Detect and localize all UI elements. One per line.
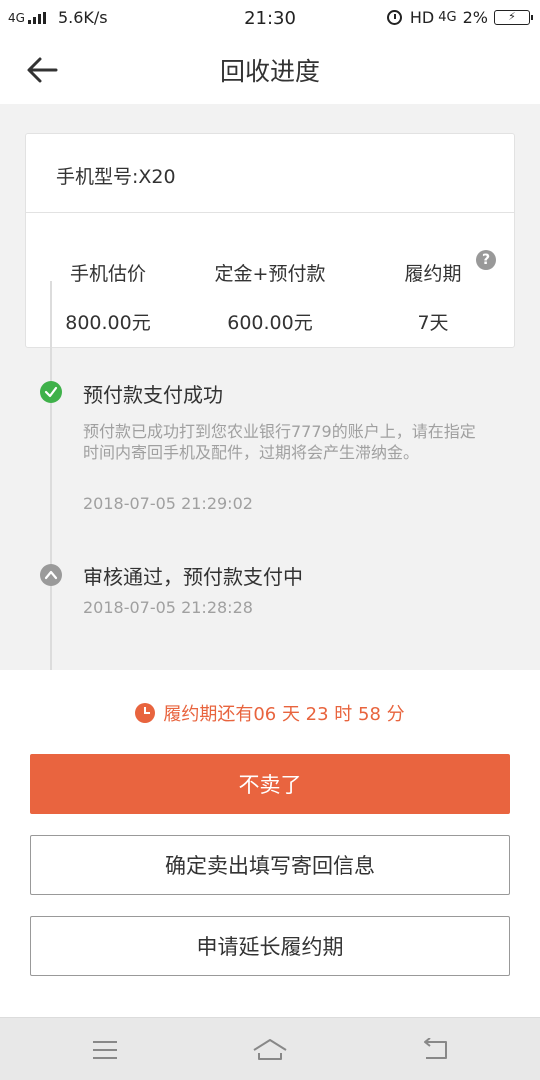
timeline-line — [50, 281, 52, 670]
battery-icon: ⚡ — [494, 10, 533, 25]
timeline-desc-1: 预付款已成功打到您农业银行7779的账户上，请在指定时间内寄回手机及配件，过期将… — [83, 422, 476, 462]
deposit-label: 定金+预付款 — [214, 263, 326, 285]
status-bar: 4G 5.6K/s 21:30 HD 4G 2% ⚡ — [0, 0, 540, 36]
estimate-value: 800.00元 — [65, 312, 151, 334]
period-value: 7天 — [417, 312, 449, 334]
timeline-title-1: 预付款支付成功 — [83, 383, 223, 407]
extend-period-button[interactable]: 申请延长履约期 — [30, 916, 510, 976]
battery-percent: 2% — [462, 8, 488, 27]
cancel-sale-button[interactable]: 不卖了 — [30, 754, 510, 814]
hd-label: HD — [409, 8, 435, 27]
countdown-text: 履约期还有06 天 23 时 58 分 — [163, 704, 405, 725]
check-icon — [44, 386, 58, 398]
system-nav-bar — [0, 1017, 540, 1080]
chevron-up-icon — [44, 570, 58, 580]
phone-info-card: 手机型号:X20 手机估价 800.00元 定金+预付款 600.00元 履约期… — [25, 133, 515, 348]
timeline-dot-success — [40, 381, 62, 403]
main-content: 手机型号:X20 手机估价 800.00元 定金+预付款 600.00元 履约期… — [0, 104, 540, 670]
deposit-value: 600.00元 — [227, 312, 313, 334]
phone-model: 手机型号:X20 — [56, 166, 176, 188]
timeline-dot-pending — [40, 564, 62, 586]
menu-icon — [93, 1041, 117, 1059]
timeline-title-2: 审核通过，预付款支付中 — [83, 565, 303, 589]
header: 回收进度 — [0, 36, 540, 104]
status-right: HD 4G 2% ⚡ — [386, 8, 533, 27]
action-panel: 履约期还有06 天 23 时 58 分 不卖了 确定卖出填写寄回信息 申请延长履… — [0, 670, 540, 1017]
back-icon — [424, 1038, 447, 1059]
menu-button[interactable] — [75, 1030, 135, 1070]
timeline-time-2: 2018-07-05 21:28:28 — [83, 598, 253, 617]
clock-icon — [135, 703, 156, 723]
countdown: 履约期还有06 天 23 时 58 分 — [0, 700, 540, 726]
alarm-icon — [386, 10, 402, 25]
net-type-label: 4G — [438, 10, 457, 25]
home-button[interactable] — [240, 1030, 300, 1070]
nav-back-button[interactable] — [405, 1030, 465, 1070]
page-title: 回收进度 — [219, 57, 320, 86]
confirm-sale-button[interactable]: 确定卖出填写寄回信息 — [30, 835, 510, 895]
timeline-time-1: 2018-07-05 21:29:02 — [83, 494, 253, 513]
card-divider — [26, 212, 514, 213]
help-icon[interactable]: ? — [476, 250, 496, 270]
estimate-label: 手机估价 — [69, 263, 146, 285]
home-icon — [253, 1039, 287, 1060]
